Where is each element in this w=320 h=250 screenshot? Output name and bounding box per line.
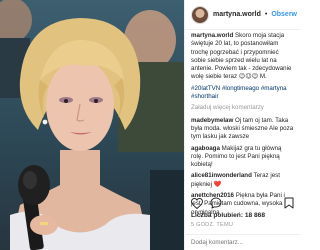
post-header: martyna.world • Obserw — [185, 0, 300, 30]
post-date: 5 GODZ. TEMU — [191, 222, 234, 228]
caption-hashtags[interactable]: #20latTVN #longtimeago #martyna #shortha… — [191, 85, 295, 102]
caption-username[interactable]: martyna.world — [191, 32, 233, 39]
add-comment-input[interactable] — [191, 239, 281, 246]
separator-dot: • — [264, 11, 268, 18]
likes-count[interactable]: Liczba polubień: 18 868 — [191, 212, 265, 219]
bookmark-icon[interactable] — [284, 196, 294, 214]
photo-illustration — [0, 0, 184, 250]
comment-username[interactable]: madebymelaw — [191, 117, 233, 124]
caption: martyna.world Skoro moja stacja świętuje… — [191, 32, 295, 82]
comment-username[interactable]: agaboaga — [191, 145, 220, 152]
avatar[interactable] — [191, 5, 209, 24]
header-username[interactable]: martyna.world — [213, 11, 261, 18]
comment-item: madebymelaw Oj tam oj tam. Taka była mod… — [191, 117, 295, 142]
view-more-comments-link[interactable]: Załaduj więcej komentarzy — [191, 104, 295, 112]
comment-username[interactable]: alice81inwonderland — [191, 172, 252, 179]
add-comment-bar — [185, 234, 300, 250]
comment-item: alice81inwonderland Teraz jest piękniej … — [191, 172, 295, 189]
comments-section: martyna.world Skoro moja stacja świętuje… — [185, 30, 300, 217]
post-photo[interactable] — [0, 0, 184, 250]
caption-text: Skoro moja stacja świętuje 20 lat, to po… — [191, 32, 292, 81]
post-side-panel: martyna.world • Obserw martyna.world Sko… — [184, 0, 300, 250]
comment-item: agaboaga Makijaż gra tu główną rolę. Pom… — [191, 145, 295, 170]
follow-button[interactable]: Obserw — [271, 11, 297, 18]
